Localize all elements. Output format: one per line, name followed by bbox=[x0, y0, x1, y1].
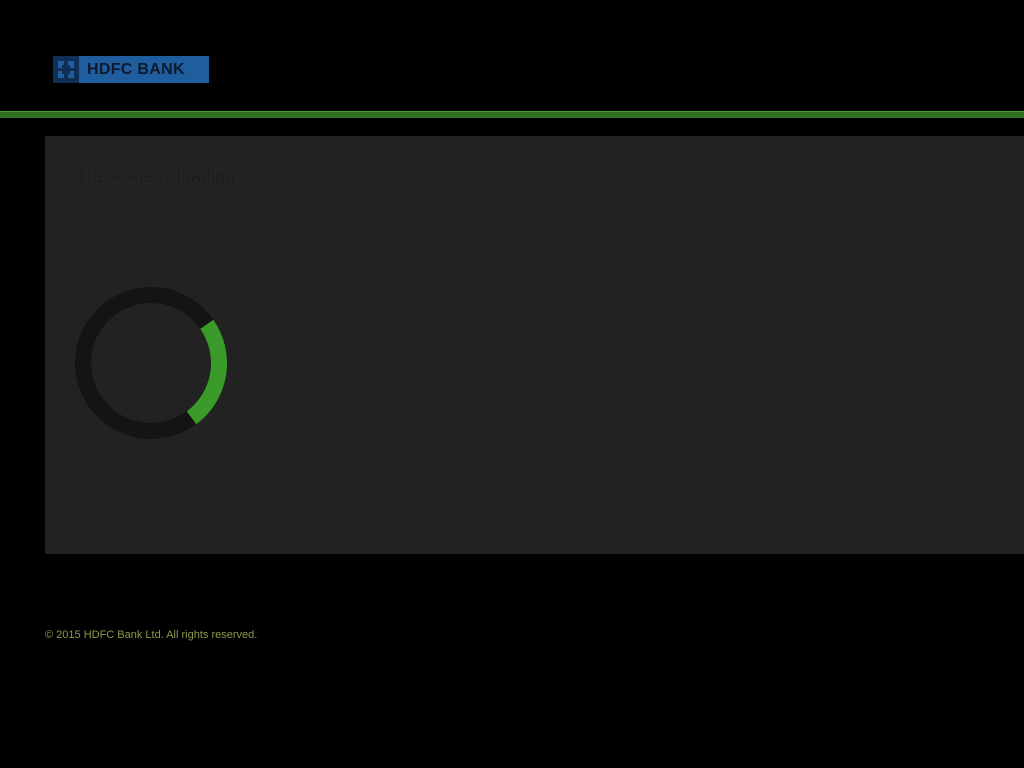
header-divider bbox=[0, 111, 1024, 118]
loading-spinner-icon bbox=[75, 287, 227, 439]
page-header: HDFC BANK bbox=[0, 0, 1024, 111]
loading-status-text: The Page is loading bbox=[76, 166, 236, 186]
content-panel: The Page is loading bbox=[45, 136, 1024, 554]
hdfc-bank-logo[interactable]: HDFC BANK bbox=[53, 56, 209, 83]
footer-copyright: © 2015 HDFC Bank Ltd. All rights reserve… bbox=[45, 629, 258, 641]
hdfc-logo-mark-icon bbox=[53, 56, 79, 83]
logo-text: HDFC BANK bbox=[87, 60, 185, 78]
